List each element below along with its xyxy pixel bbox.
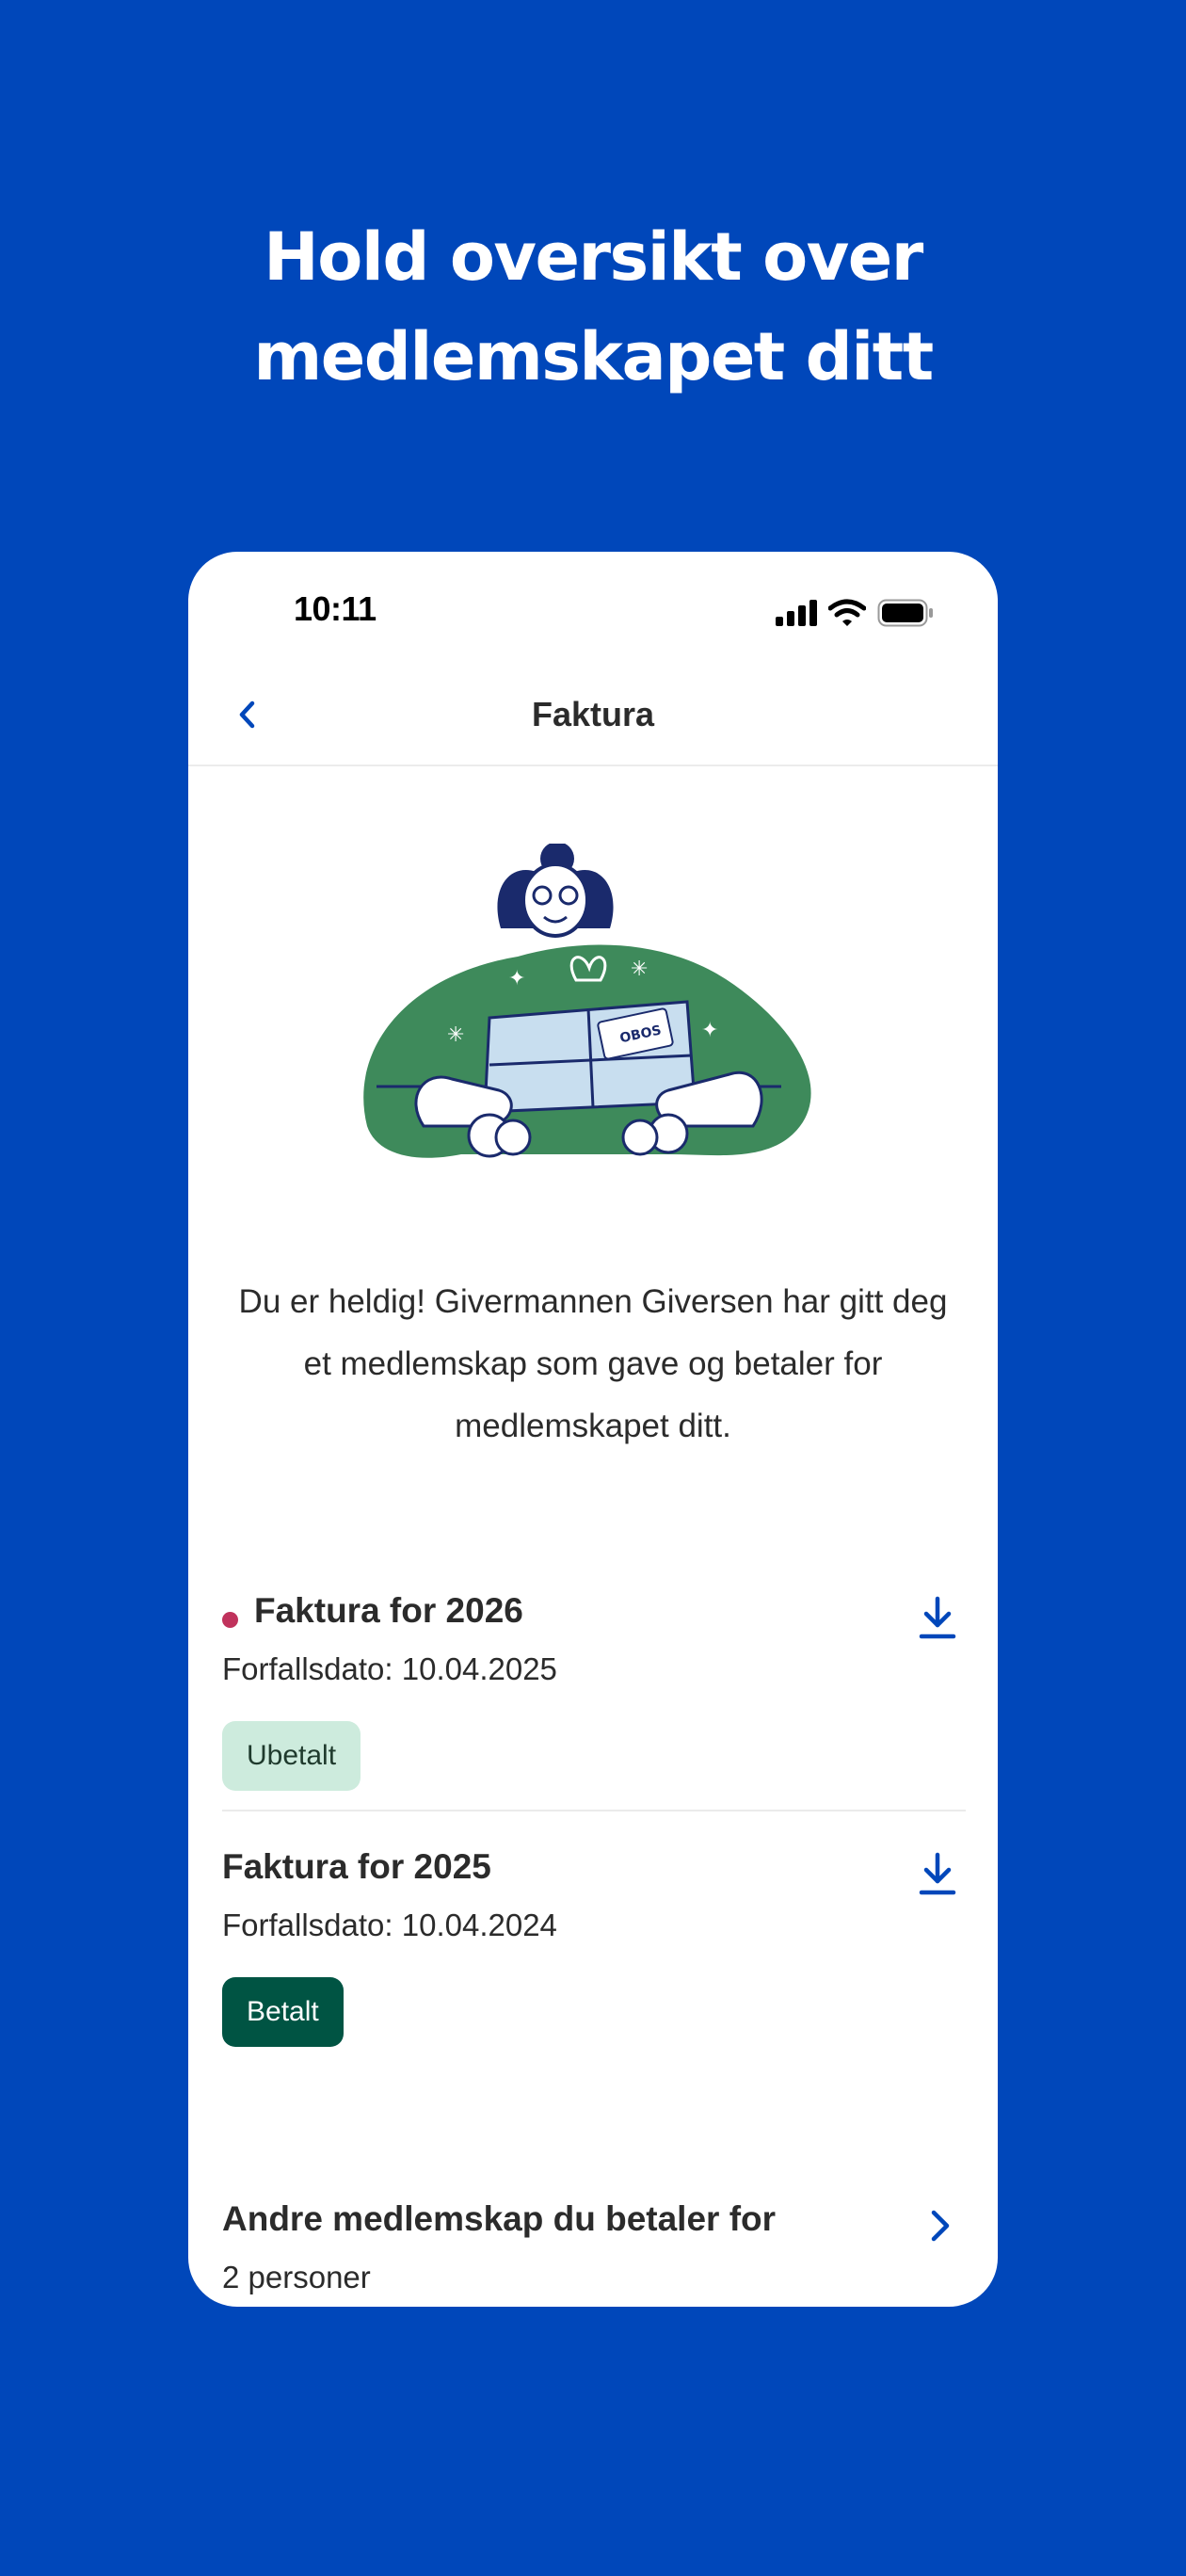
headline-line-1: Hold oversikt over <box>264 218 923 296</box>
invoice-due-date: Forfallsdato: 10.04.2024 <box>222 1908 557 1942</box>
status-badge: Ubetalt <box>222 1721 361 1791</box>
status-icons <box>776 597 934 629</box>
invoice-title: Faktura for 2025 <box>222 1847 491 1886</box>
headline-line-2: medlemskapet ditt <box>253 318 934 395</box>
navbar: Faktura <box>188 665 998 766</box>
svg-text:✦: ✦ <box>701 1018 718 1041</box>
svg-text:✦: ✦ <box>508 966 525 990</box>
page-title: Faktura <box>531 695 655 733</box>
headline: Hold oversikt over medlemskapet ditt <box>0 207 1186 407</box>
signal-icon <box>776 600 817 626</box>
status-badge: Betalt <box>222 1977 344 2047</box>
download-icon[interactable] <box>917 1595 958 1642</box>
chevron-right-icon <box>931 2210 950 2242</box>
svg-text:✳: ✳ <box>631 957 648 980</box>
status-time: 10:11 <box>294 589 377 628</box>
gift-message: Du er heldig! Givermannen Giversen har g… <box>238 1283 948 1444</box>
invoice-title: Faktura for 2026 <box>254 1591 523 1630</box>
unread-dot <box>222 1612 238 1628</box>
divider <box>222 1810 966 1811</box>
other-memberships-count: 2 personer <box>222 2260 371 2294</box>
svg-text:✳: ✳ <box>447 1022 464 1046</box>
invoice-due-date: Forfallsdato: 10.04.2025 <box>222 1651 557 1686</box>
phone-screen: 10:11 Faktura OBOS ✦ ✳ ✳ ✦ Du er heldig!… <box>188 552 998 2307</box>
other-memberships-title: Andre medlemskap du betaler for <box>222 2199 777 2238</box>
download-icon[interactable] <box>917 1851 958 1898</box>
status-bar: 10:11 <box>188 552 998 665</box>
gift-illustration: OBOS ✦ ✳ ✳ ✦ <box>363 844 811 1158</box>
wifi-icon <box>828 599 866 626</box>
battery-icon <box>877 599 933 627</box>
